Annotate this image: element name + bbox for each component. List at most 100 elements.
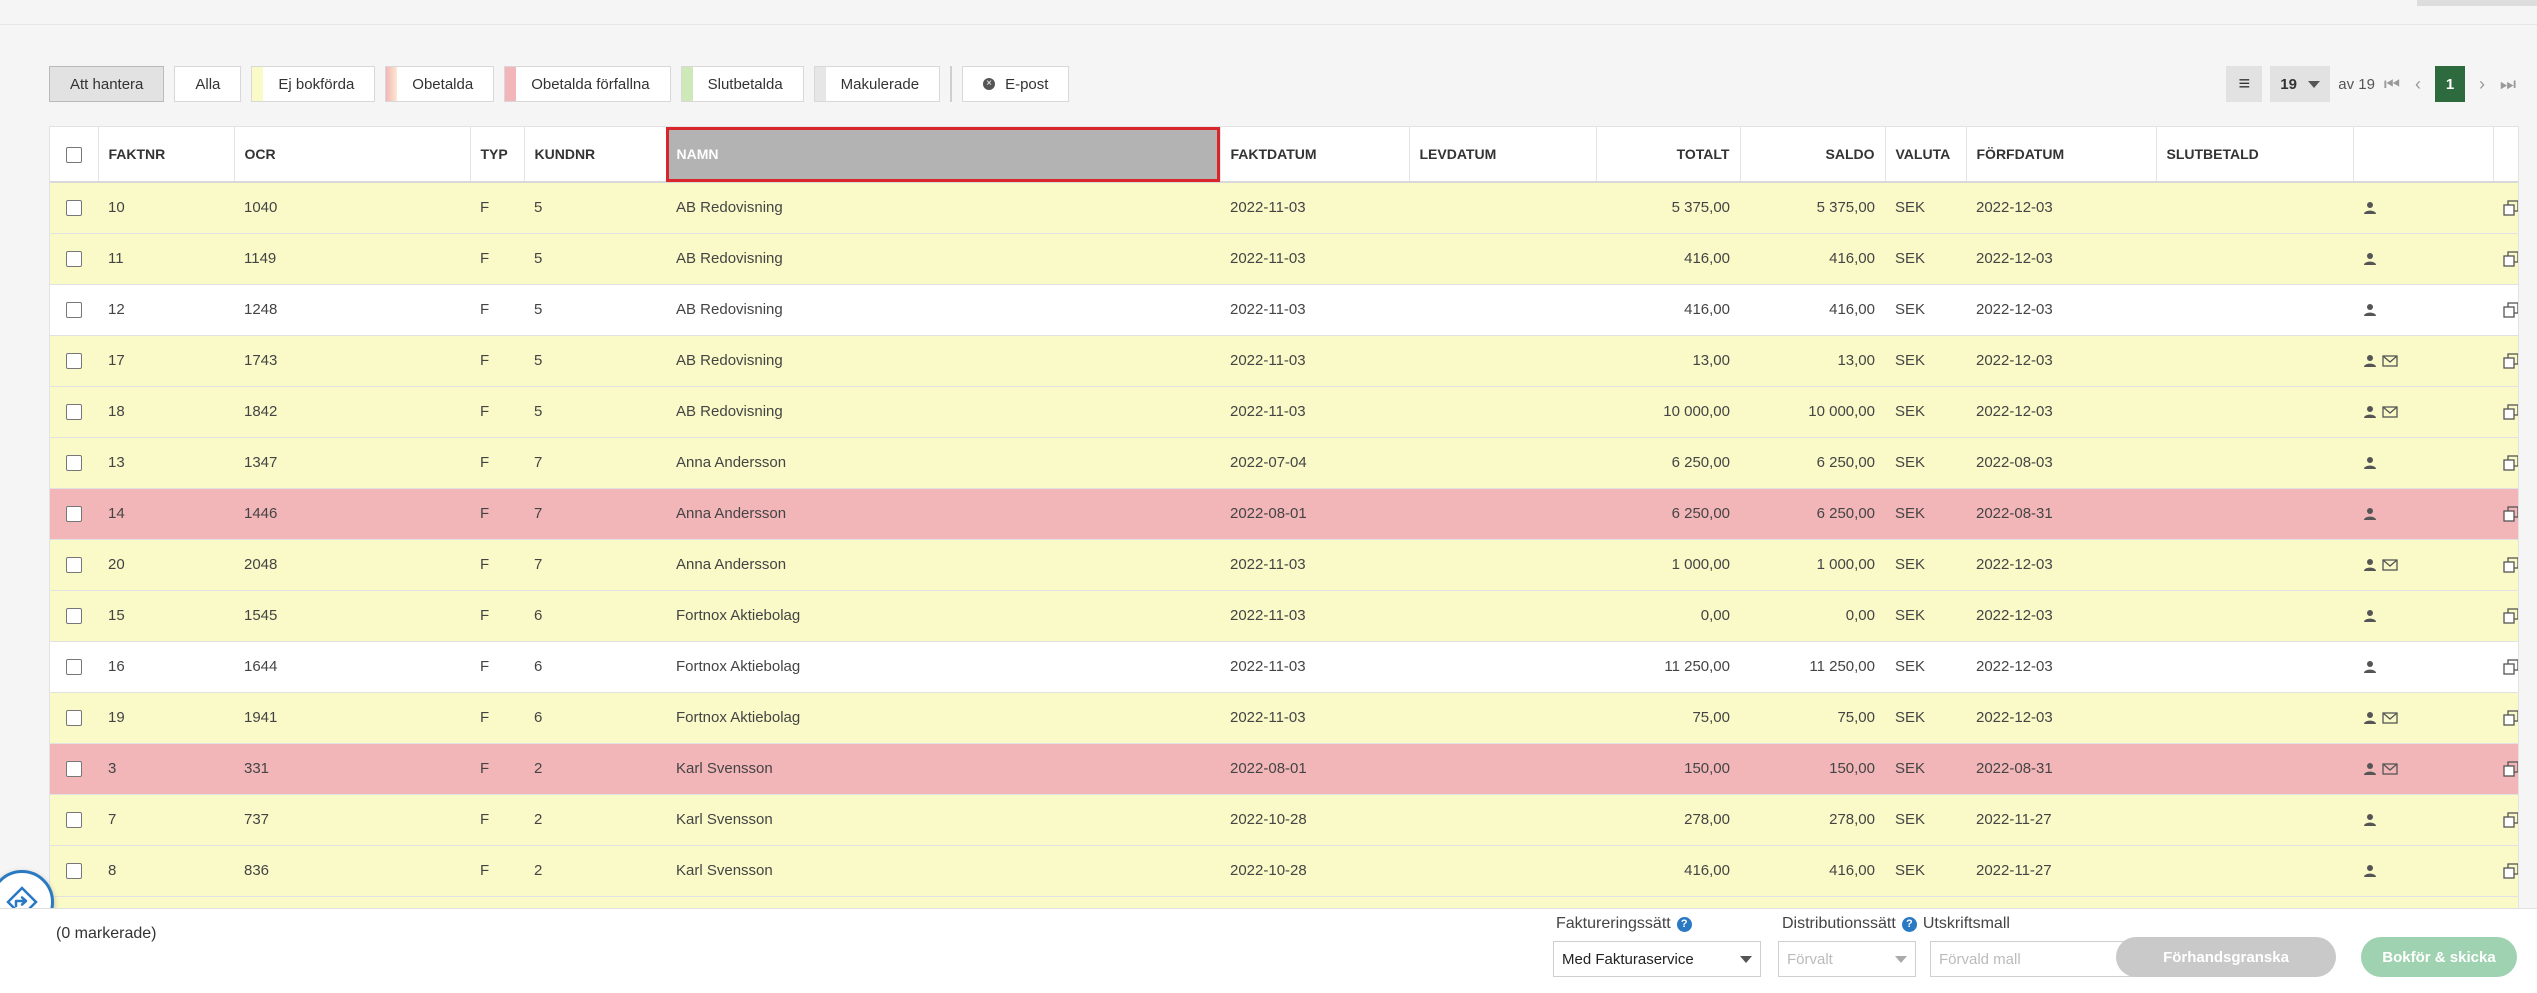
row-checkbox[interactable] — [66, 659, 82, 676]
list-menu-icon[interactable]: ≡ — [2226, 66, 2263, 102]
filter-button[interactable]: Att hantera — [49, 66, 165, 102]
person-icon[interactable] — [2363, 609, 2377, 623]
copy-icon[interactable] — [2503, 302, 2519, 318]
prev-page-icon[interactable]: ‹ — [2409, 74, 2427, 95]
col-faktnr[interactable]: FAKTNR — [98, 127, 235, 183]
table-row[interactable]: 14 1446 F 7 Anna Andersson 2022-08-01 6 250,00… — [50, 488, 2519, 540]
last-page-icon[interactable]: ⏭ — [2499, 74, 2517, 95]
filter-button[interactable]: Obetalda förfallna — [504, 66, 671, 102]
mail-icon[interactable] — [2382, 406, 2398, 418]
cell-typ: F — [470, 539, 524, 591]
mail-icon[interactable] — [2382, 763, 2398, 775]
table-row[interactable]: 16 1644 F 6 Fortnox Aktiebolag 2022-11-03 11 2… — [50, 641, 2519, 693]
first-page-icon[interactable]: ⏮ — [2383, 74, 2401, 95]
row-checkbox[interactable] — [66, 251, 82, 268]
table-row[interactable]: 11 1149 F 5 AB Redovisning 2022-11-03 416,00 41… — [50, 233, 2519, 285]
copy-icon[interactable] — [2503, 710, 2519, 726]
copy-icon[interactable] — [2503, 251, 2519, 267]
help-icon[interactable]: ? — [1901, 916, 1917, 932]
filter-button[interactable]: Obetalda — [385, 66, 495, 102]
table-row[interactable]: 18 1842 F 5 AB Redovisning 2022-11-03 10 000,0… — [50, 386, 2519, 438]
copy-icon[interactable] — [2503, 812, 2519, 828]
col-totalt[interactable]: TOTALT — [1596, 127, 1741, 183]
table-row[interactable]: 3 331 F 2 Karl Svensson 2022-08-01 150,00 150,0… — [50, 743, 2519, 795]
row-checkbox[interactable] — [66, 353, 82, 370]
row-checkbox[interactable] — [66, 710, 82, 727]
copy-icon[interactable] — [2503, 608, 2519, 624]
row-checkbox[interactable] — [66, 761, 82, 778]
copy-icon[interactable] — [2503, 353, 2519, 369]
col-forfdatum[interactable]: FÖRFDATUM — [1966, 127, 2157, 183]
row-checkbox[interactable] — [66, 506, 82, 523]
row-checkbox[interactable] — [66, 404, 82, 421]
table-row[interactable]: 13 1347 F 7 Anna Andersson 2022-07-04 6 250,00… — [50, 437, 2519, 489]
person-icon[interactable] — [2363, 507, 2377, 521]
row-checkbox[interactable] — [66, 200, 82, 217]
col-slutbetald[interactable]: SLUTBETALD — [2156, 127, 2354, 183]
table-row[interactable]: 15 1545 F 6 Fortnox Aktiebolag 2022-11-03 0,00… — [50, 590, 2519, 642]
faktureringssatt-select[interactable]: Med Fakturaservice — [1553, 941, 1761, 977]
row-checkbox[interactable] — [66, 812, 82, 829]
copy-icon[interactable] — [2503, 455, 2519, 471]
row-checkbox[interactable] — [66, 608, 82, 625]
table-row[interactable]: 12 1248 F 5 AB Redovisning 2022-11-03 416,00 41… — [50, 284, 2519, 336]
copy-icon[interactable] — [2503, 761, 2519, 777]
next-page-icon[interactable]: › — [2473, 74, 2491, 95]
row-checkbox[interactable] — [66, 863, 82, 880]
person-icon[interactable] — [2363, 864, 2377, 878]
help-icon[interactable]: ? — [1676, 916, 1692, 932]
cell-levdatum — [1409, 845, 1596, 897]
person-icon[interactable] — [2363, 711, 2377, 725]
person-icon[interactable] — [2363, 558, 2377, 572]
copy-icon[interactable] — [2503, 659, 2519, 675]
person-icon[interactable] — [2363, 456, 2377, 470]
person-icon[interactable] — [2363, 303, 2377, 317]
table-row[interactable]: 19 1941 F 6 Fortnox Aktiebolag 2022-11-03 75,0… — [50, 692, 2519, 744]
book-send-button[interactable]: Bokför & skicka — [2361, 937, 2517, 977]
page-size-select[interactable]: 19 — [2270, 66, 2331, 102]
cell-saldo: 6 250,00 — [1740, 437, 1885, 489]
copy-icon[interactable] — [2503, 404, 2519, 420]
filter-button[interactable]: Makulerade — [813, 66, 941, 102]
copy-icon[interactable] — [2503, 557, 2519, 573]
cell-ocr: 331 — [234, 743, 470, 795]
copy-icon[interactable] — [2503, 863, 2519, 879]
distributionssatt-select[interactable]: Förvalt — [1778, 941, 1916, 977]
person-icon[interactable] — [2363, 660, 2377, 674]
row-checkbox[interactable] — [66, 557, 82, 574]
table-row[interactable]: 17 1743 F 5 AB Redovisning 2022-11-03 13,00 13,… — [50, 335, 2519, 387]
table-row[interactable]: 7 737 F 2 Karl Svensson 2022-10-28 278,00 278,0… — [50, 794, 2519, 846]
col-kundnr[interactable]: KUNDNR — [524, 127, 667, 183]
current-page-button[interactable]: 1 — [2435, 66, 2465, 102]
mail-icon[interactable] — [2382, 355, 2398, 367]
row-checkbox[interactable] — [66, 302, 82, 319]
col-saldo[interactable]: SALDO — [1740, 127, 1886, 183]
copy-icon[interactable] — [2503, 200, 2519, 216]
table-row[interactable]: 10 1040 F 5 AB Redovisning 2022-11-03 5 375,00… — [50, 182, 2519, 234]
col-ocr[interactable]: OCR — [234, 127, 471, 183]
select-all-checkbox[interactable] — [65, 146, 82, 163]
col-faktdatum[interactable]: FAKTDATUM — [1220, 127, 1410, 183]
copy-icon[interactable] — [2503, 506, 2519, 522]
mail-icon[interactable] — [2382, 559, 2398, 571]
table-row[interactable]: 8 836 F 2 Karl Svensson 2022-10-28 416,00 416,0… — [50, 845, 2519, 897]
col-levdatum[interactable]: LEVDATUM — [1409, 127, 1597, 183]
person-icon[interactable] — [2363, 252, 2377, 266]
filter-button[interactable]: Alla — [174, 66, 242, 102]
filter-button[interactable]: Slutbetalda — [680, 66, 804, 102]
person-icon[interactable] — [2363, 354, 2377, 368]
person-icon[interactable] — [2363, 762, 2377, 776]
col-typ[interactable]: TYP — [470, 127, 525, 183]
filter-button[interactable]: Ej bokförda — [251, 66, 376, 102]
table-row[interactable]: 20 2048 F 7 Anna Andersson 2022-11-03 1 000,00… — [50, 539, 2519, 591]
preview-button[interactable]: Förhandsgranska — [2116, 937, 2336, 977]
col-valuta[interactable]: VALUTA — [1885, 127, 1967, 183]
person-icon[interactable] — [2363, 201, 2377, 215]
email-button[interactable]: × E-post — [962, 66, 1070, 102]
person-icon[interactable] — [2363, 813, 2377, 827]
utskriftsmall-select[interactable]: Förvald mall — [1930, 941, 2138, 977]
col-namn[interactable]: NAMN — [666, 127, 1221, 183]
mail-icon[interactable] — [2382, 712, 2398, 724]
person-icon[interactable] — [2363, 405, 2377, 419]
row-checkbox[interactable] — [66, 455, 82, 472]
